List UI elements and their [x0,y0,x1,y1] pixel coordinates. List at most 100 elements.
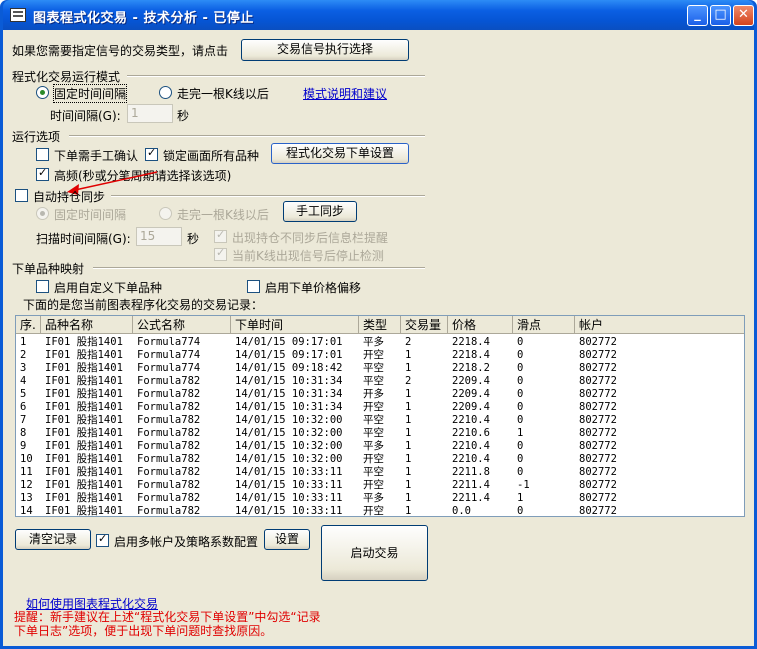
order-settings-button[interactable]: 程式化交易下单设置 [271,143,409,164]
cell-formula: Formula774 [137,349,201,361]
cell-time: 14/01/15 10:31:34 [235,375,343,387]
custom-symbol-label[interactable]: 启用自定义下单品种 [54,279,162,296]
notify-mismatch-label[interactable]: 出现持仓不同步后信息栏提醒 [232,229,388,246]
trade-records-table[interactable]: 序. 品种名称 公式名称 下单时间 类型 交易量 价格 滑点 帐户 1 IF01 … [15,315,745,517]
mode-help-link[interactable]: 模式说明和建议 [303,85,387,102]
cell-formula: Formula782 [137,427,201,439]
cell-type: 平空 [363,362,384,374]
signal-select-button[interactable]: 交易信号执行选择 [241,39,409,61]
mode-fixed-radio[interactable] [36,86,49,99]
header-volume[interactable]: 交易量 [401,316,448,334]
mode-fixed-label[interactable]: 固定时间间隔 [52,84,128,103]
cell-volume: 2 [405,336,412,348]
cell-price: 2209.4 [452,401,490,413]
cell-type: 开空 [363,349,384,361]
cell-volume: 1 [405,362,412,374]
cell-slippage: 0 [517,401,524,413]
cell-time: 14/01/15 10:33:11 [235,505,343,517]
cell-index: 14 [20,505,33,517]
cell-time: 14/01/15 10:32:00 [235,427,343,439]
cell-price: 2209.4 [452,388,490,400]
lock-symbols-checkbox[interactable] [145,146,158,161]
table-row[interactable]: 2 IF01 股指1401 Formula774 14/01/15 09:17:01 开… [16,349,744,362]
cell-time: 14/01/15 09:18:42 [235,362,343,374]
stop-on-signal-checkbox[interactable] [214,246,227,261]
header-slippage[interactable]: 滑点 [513,316,575,334]
minimize-button[interactable]: _ [687,5,708,26]
table-row[interactable]: 6 IF01 股指1401 Formula782 14/01/15 10:31:34 开… [16,401,744,414]
close-button[interactable]: ✕ [733,5,754,26]
header-index[interactable]: 序. [16,316,41,334]
cell-type: 平空 [363,375,384,387]
auto-sync-label[interactable]: 自动持仓同步 [33,188,105,205]
header-account[interactable]: 帐户 [575,316,744,334]
sync-fixed-label[interactable]: 固定时间间隔 [54,206,126,223]
table-row[interactable]: 1 IF01 股指1401 Formula774 14/01/15 09:17:01 平… [16,336,744,349]
title-bar[interactable]: 图表程式化交易 - 技术分析 - 已停止 _ □ ✕ [3,0,754,30]
cell-type: 开空 [363,505,384,517]
cell-account: 802772 [579,336,617,348]
header-formula[interactable]: 公式名称 [133,316,231,334]
table-row[interactable]: 11 IF01 股指1401 Formula782 14/01/15 10:33:11… [16,466,744,479]
cell-formula: Formula782 [137,466,201,478]
cell-volume: 1 [405,349,412,361]
header-price[interactable]: 价格 [448,316,513,334]
table-row[interactable]: 13 IF01 股指1401 Formula782 14/01/15 10:33:11… [16,492,744,505]
cell-symbol: IF01 股指1401 [45,362,123,374]
cell-volume: 1 [405,388,412,400]
cell-type: 平多 [363,492,384,504]
sync-bar-radio[interactable] [159,207,172,220]
table-row[interactable]: 14 IF01 股指1401 Formula782 14/01/15 10:33:11… [16,505,744,517]
price-offset-checkbox[interactable] [247,280,260,293]
cell-type: 平多 [363,440,384,452]
cell-symbol: IF01 股指1401 [45,349,123,361]
table-row[interactable]: 8 IF01 股指1401 Formula782 14/01/15 10:32:00 平… [16,427,744,440]
mode-bar-label[interactable]: 走完一根K线以后 [177,85,269,102]
sync-fixed-radio[interactable] [36,207,49,220]
sync-bar-label[interactable]: 走完一根K线以后 [177,206,269,223]
cell-slippage: 0 [517,336,524,348]
cell-slippage: 1 [517,492,524,504]
stop-on-signal-label[interactable]: 当前K线出现信号后停止检测 [232,247,384,264]
table-row[interactable]: 10 IF01 股指1401 Formula782 14/01/15 10:32:00… [16,453,744,466]
clear-records-button[interactable]: 清空记录 [15,529,91,550]
cell-formula: Formula782 [137,375,201,387]
maximize-button[interactable]: □ [710,5,731,26]
manual-sync-button[interactable]: 手工同步 [283,201,357,222]
table-row[interactable]: 4 IF01 股指1401 Formula782 14/01/15 10:31:34 平… [16,375,744,388]
scan-interval-input[interactable]: 15 [136,227,182,246]
scan-interval-unit: 秒 [187,232,200,246]
multi-account-label[interactable]: 启用多帐户及策略系数配置 [114,533,258,550]
multi-account-checkbox[interactable] [96,532,109,547]
cell-time: 14/01/15 10:33:11 [235,466,343,478]
table-row[interactable]: 12 IF01 股指1401 Formula782 14/01/15 10:33:11… [16,479,744,492]
mode-bar-radio[interactable] [159,86,172,99]
lock-symbols-label[interactable]: 锁定画面所有品种 [163,147,259,164]
custom-symbol-checkbox[interactable] [36,280,49,293]
header-symbol[interactable]: 品种名称 [41,316,133,334]
table-row[interactable]: 9 IF01 股指1401 Formula782 14/01/15 10:32:00 平… [16,440,744,453]
manual-confirm-label[interactable]: 下单需手工确认 [54,147,138,164]
table-row[interactable]: 3 IF01 股指1401 Formula774 14/01/15 09:18:42 平… [16,362,744,375]
cell-time: 14/01/15 10:33:11 [235,492,343,504]
interval-unit: 秒 [177,109,190,123]
table-row[interactable]: 7 IF01 股指1401 Formula782 14/01/15 10:32:00 平… [16,414,744,427]
scan-interval-label: 扫描时间间隔(G): [36,232,131,246]
start-trading-button[interactable]: 启动交易 [321,525,428,581]
table-row[interactable]: 5 IF01 股指1401 Formula782 14/01/15 10:31:34 开… [16,388,744,401]
high-freq-checkbox[interactable] [36,166,49,181]
interval-input[interactable]: 1 [127,104,173,123]
price-offset-label[interactable]: 启用下单价格偏移 [265,279,361,296]
auto-sync-checkbox[interactable] [15,189,28,202]
cell-account: 802772 [579,453,617,465]
cell-type: 平空 [363,414,384,426]
cell-account: 802772 [579,466,617,478]
cell-type: 平多 [363,336,384,348]
header-type[interactable]: 类型 [359,316,401,334]
manual-confirm-checkbox[interactable] [36,148,49,161]
cell-account: 802772 [579,479,617,491]
header-time[interactable]: 下单时间 [231,316,359,334]
settings-button[interactable]: 设置 [264,529,310,550]
cell-index: 8 [20,427,27,439]
notify-mismatch-checkbox[interactable] [214,228,227,243]
